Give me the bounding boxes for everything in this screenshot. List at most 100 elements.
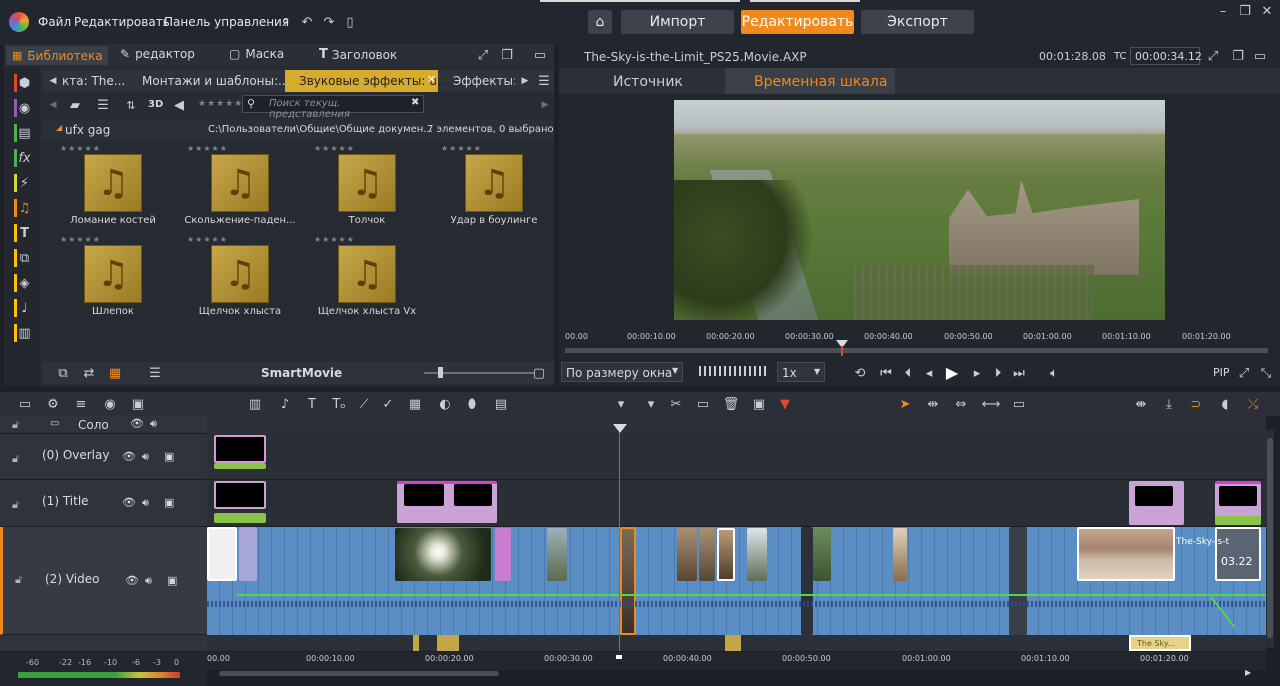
toolbar-next-icon[interactable]: ▶ xyxy=(536,96,554,114)
tab-timeline[interactable]: Временная шкала xyxy=(754,74,887,90)
thumb-size-handle[interactable] xyxy=(438,367,443,378)
title-tool-icon[interactable]: T xyxy=(303,395,321,413)
export-button[interactable]: Экспорт xyxy=(861,10,974,34)
pin-icon[interactable]: ⤢ xyxy=(474,46,492,64)
sidebar-item-music[interactable]: ♩ xyxy=(14,299,32,317)
tab-title[interactable]: T Заголовок xyxy=(319,47,397,62)
help-icon[interactable]: ? xyxy=(277,13,295,31)
pointer-icon[interactable]: ➤ xyxy=(896,395,914,413)
timecode-field[interactable]: 00:00:34.12 xyxy=(1130,47,1202,65)
subtab-3[interactable]: Эффекты: С xyxy=(453,74,515,88)
record-icon[interactable]: ◉ xyxy=(101,395,119,413)
smartmovie-button[interactable]: SmartMovie xyxy=(261,366,342,380)
rating-filter[interactable]: ★★★★★ xyxy=(198,99,243,109)
sidebar-item-piano[interactable]: ▥ xyxy=(14,324,32,342)
eye-icon[interactable]: 👁︎ xyxy=(122,450,136,463)
audio-mixer-icon[interactable]: ▥ xyxy=(246,395,264,413)
asset-item[interactable]: ★★★★★ ♫ Удар в боулинге xyxy=(441,144,571,230)
monitor-icon[interactable]: ▣ xyxy=(164,496,174,509)
subtab-menu-icon[interactable]: ☰ xyxy=(535,72,553,90)
play-icon[interactable]: ▶ xyxy=(943,363,961,382)
tab-editor[interactable]: ✎ редактор xyxy=(120,47,195,61)
video-clip-snow[interactable] xyxy=(747,528,767,581)
loop-icon[interactable]: ⟲ xyxy=(851,364,869,382)
grid-view-icon[interactable]: ▦ xyxy=(106,364,124,382)
color-icon[interactable]: ◐ xyxy=(436,395,454,413)
volume-line[interactable] xyxy=(237,594,1266,596)
marker-2-icon[interactable]: ▾ xyxy=(642,395,660,413)
audio-clip[interactable] xyxy=(437,635,459,651)
subtab-1[interactable]: Монтажи и шаблоны:... xyxy=(142,74,289,88)
scroll-right-icon[interactable]: ▶ xyxy=(1245,668,1251,677)
video-clip-lavender[interactable] xyxy=(239,527,257,581)
timeline-scrollbar-h[interactable]: ▶ xyxy=(207,668,1257,678)
speaker-icon[interactable]: 🔊︎ xyxy=(150,417,157,431)
monitor-icon[interactable]: ▣ xyxy=(167,574,177,587)
search-clear-icon[interactable]: ✖ xyxy=(411,97,419,108)
list-view-icon[interactable]: ☰ xyxy=(94,96,112,114)
undock-preview-icon[interactable]: ❐ xyxy=(1229,47,1247,65)
video-clip-trees[interactable] xyxy=(677,528,697,581)
eye-icon[interactable]: 👁︎ xyxy=(130,417,144,430)
thumb-large-icon[interactable]: ▢ xyxy=(530,364,548,382)
video-clip-selected[interactable] xyxy=(620,527,636,635)
speaker-icon[interactable]: 🔊︎ xyxy=(142,450,149,464)
camera-icon[interactable]: ▣ xyxy=(750,395,768,413)
effects-icon[interactable]: ⬮ xyxy=(463,395,481,413)
timeline-playhead-handle[interactable] xyxy=(613,424,627,433)
menu-control-panel[interactable]: Панель управления xyxy=(164,15,289,29)
timeline-playhead[interactable] xyxy=(619,432,620,651)
layout-icon[interactable]: ▭ xyxy=(531,46,549,64)
keyframe-icon[interactable]: ▤ xyxy=(492,395,510,413)
go-end-icon[interactable]: ⏭ xyxy=(1010,364,1028,382)
next-edit-icon[interactable]: ⏵ xyxy=(989,364,1007,382)
edit-mode-button[interactable]: Редактировать xyxy=(741,10,854,34)
timeline-ruler[interactable]: 00.00 00:00:10.00 00:00:20.00 00:00:30.0… xyxy=(207,652,1266,670)
sidebar-item-media[interactable]: ◉ xyxy=(14,99,32,117)
crop-timeline-icon[interactable]: ▭ xyxy=(1010,395,1028,413)
ripple-icon[interactable]: ⇔ xyxy=(952,395,970,413)
search-input[interactable]: Поиск текущ. представления xyxy=(269,98,423,120)
video-clip-green[interactable] xyxy=(813,528,831,581)
subtab-close-icon[interactable]: ✕ xyxy=(427,73,436,86)
subtab-0[interactable]: кта: The... xyxy=(62,74,132,88)
sidebar-item-sound-effects[interactable]: ♫ xyxy=(14,199,32,217)
eye-icon[interactable]: 👁︎ xyxy=(125,574,139,587)
storyboard-icon[interactable]: ▦ xyxy=(406,395,424,413)
go-start-icon[interactable]: ⏮ xyxy=(877,364,895,382)
video-clip-dark[interactable] xyxy=(1009,527,1027,635)
expand-icon[interactable]: ⤢ xyxy=(1235,364,1253,382)
snapshot-icon[interactable]: ▣ xyxy=(129,395,147,413)
lock-icon[interactable]: 🔓︎ xyxy=(12,452,19,466)
jog-wheel[interactable] xyxy=(699,366,767,376)
restore-icon[interactable]: ❐ xyxy=(1236,2,1254,20)
menu-edit[interactable]: Редактировать xyxy=(74,15,170,29)
crop-icon[interactable]: ⤡ xyxy=(1257,364,1275,382)
video-clip-sun[interactable] xyxy=(395,528,491,581)
scrollbar-thumb[interactable] xyxy=(1267,438,1273,638)
asset-item[interactable]: ★★★★★ ♫ Щелчок хлыста Vx xyxy=(314,235,444,321)
undock-icon[interactable]: ❐ xyxy=(498,46,516,64)
title-clip[interactable] xyxy=(214,481,266,509)
timeline-settings-icon[interactable]: ▭ xyxy=(16,395,34,413)
dynamic-length-icon[interactable]: ⤯ xyxy=(1244,395,1262,413)
lock-icon[interactable]: 🔓︎ xyxy=(12,418,19,432)
tab-mask[interactable]: ▢ Маска xyxy=(229,47,284,61)
marker-icon[interactable]: ▾ xyxy=(612,395,630,413)
asset-item[interactable]: ★★★★★ ♫ Шлепок xyxy=(60,235,190,321)
video-clip-white[interactable] xyxy=(207,527,237,581)
track-name[interactable]: (1) Title xyxy=(42,494,89,508)
asset-item[interactable]: ★★★★★ ♫ Скольжение-паден... xyxy=(184,144,317,230)
audio-clip[interactable] xyxy=(413,635,419,651)
audio-scrub-icon[interactable]: ◖ xyxy=(1216,395,1234,413)
sidebar-item-montage[interactable]: ⧉ xyxy=(14,249,32,267)
tag-icon[interactable]: ◀ xyxy=(170,96,188,114)
speaker-icon[interactable]: 🔊︎ xyxy=(145,574,152,588)
tab-library[interactable]: ▦ Библиотека xyxy=(6,46,108,65)
slip-icon[interactable]: ⟷ xyxy=(982,395,1001,413)
eye-icon[interactable]: 👁︎ xyxy=(122,496,136,509)
lock-icon[interactable]: 🔓︎ xyxy=(15,573,22,587)
asset-item[interactable]: ★★★★★ ♫ Щелчок хлыста xyxy=(187,235,317,321)
zoom-fit-icon[interactable]: ⇼ xyxy=(1132,395,1150,413)
video-clip-end[interactable]: 03.22 xyxy=(1215,527,1261,581)
